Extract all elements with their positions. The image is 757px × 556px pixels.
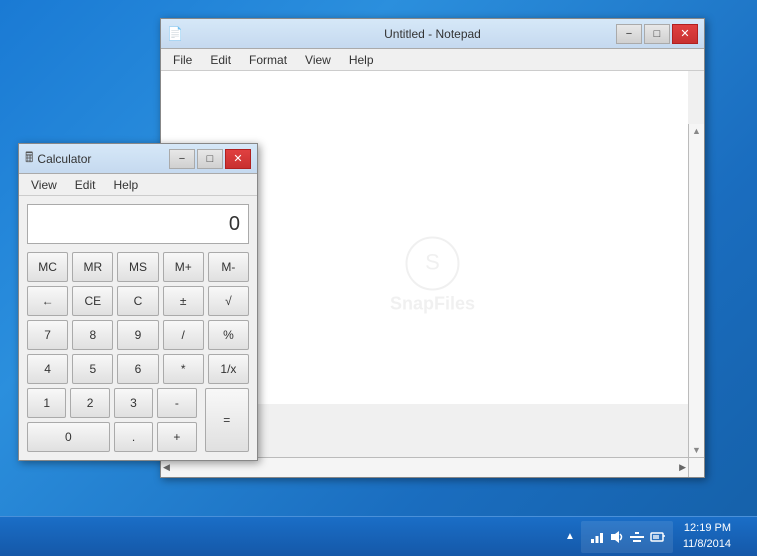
scroll-right-arrow[interactable]: ▶ — [679, 462, 686, 473]
scroll-left-arrow[interactable]: ◀ — [163, 462, 170, 473]
notepad-close-button[interactable]: ✕ — [672, 24, 698, 44]
calc-row-789: 7 8 9 / % — [27, 320, 249, 350]
notepad-menu-format[interactable]: Format — [241, 51, 295, 69]
calc-btn-8[interactable]: 8 — [72, 320, 113, 350]
calculator-display: 0 — [27, 204, 249, 244]
calc-btn-3[interactable]: 3 — [114, 388, 153, 418]
tray-icon-power — [649, 529, 665, 545]
taskbar: ▲ — [0, 516, 757, 556]
tray-icon-network — [589, 529, 605, 545]
calculator-close-button[interactable]: ✕ — [225, 149, 251, 169]
notepad-window-controls: − □ ✕ — [616, 24, 698, 44]
notepad-menu-edit[interactable]: Edit — [202, 51, 239, 69]
calc-menu-help[interactable]: Help — [105, 176, 146, 194]
calc-num-ops: 1 2 3 - 0 . + — [27, 388, 197, 452]
notepad-vertical-scrollbar[interactable]: ▲ ▼ — [688, 124, 704, 457]
notepad-maximize-button[interactable]: □ — [644, 24, 670, 44]
calc-btn-decimal[interactable]: . — [114, 422, 153, 452]
calc-btn-5[interactable]: 5 — [72, 354, 113, 384]
calc-btn-7[interactable]: 7 — [27, 320, 68, 350]
calc-menu-view[interactable]: View — [23, 176, 65, 194]
calc-btn-percent[interactable]: % — [208, 320, 249, 350]
calc-btn-reciprocal[interactable]: 1/x — [208, 354, 249, 384]
notepad-minimize-button[interactable]: − — [616, 24, 642, 44]
calc-btn-1[interactable]: 1 — [27, 388, 66, 418]
calc-btn-4[interactable]: 4 — [27, 354, 68, 384]
notepad-menu-file[interactable]: File — [165, 51, 200, 69]
calc-btn-minus[interactable]: - — [157, 388, 196, 418]
calculator-icon: 🖩 — [25, 147, 33, 171]
calculator-display-value: 0 — [229, 213, 240, 236]
calc-btn-mr[interactable]: MR — [72, 252, 113, 282]
calc-btn-multiply[interactable]: * — [163, 354, 204, 384]
calc-btn-backspace[interactable]: ← — [27, 286, 68, 316]
calculator-maximize-button[interactable]: □ — [197, 149, 223, 169]
calculator-buttons: MC MR MS M+ M- ← CE C ± √ 7 8 9 / % 4 5 … — [19, 252, 257, 460]
calc-btn-equals[interactable]: = — [205, 388, 249, 452]
calc-btn-plusminus[interactable]: ± — [163, 286, 204, 316]
calc-btn-mplus[interactable]: M+ — [163, 252, 204, 282]
calc-row-123: 1 2 3 - 0 . + = — [27, 388, 249, 452]
calc-btn-divide[interactable]: / — [163, 320, 204, 350]
calc-row-456: 4 5 6 * 1/x — [27, 354, 249, 384]
notepad-menu-view[interactable]: View — [297, 51, 339, 69]
scroll-up-arrow[interactable]: ▲ — [689, 124, 704, 138]
clock-date: 11/8/2014 — [683, 537, 731, 552]
calc-btn-ms[interactable]: MS — [117, 252, 158, 282]
calc-btn-c[interactable]: C — [117, 286, 158, 316]
calc-btn-mc[interactable]: MC — [27, 252, 68, 282]
calculator-titlebar: 🖩 Calculator − □ ✕ — [19, 144, 257, 174]
tray-icon-volume — [609, 529, 625, 545]
calc-row-memory: MC MR MS M+ M- — [27, 252, 249, 282]
calc-row-clear: ← CE C ± √ — [27, 286, 249, 316]
notepad-menu-help[interactable]: Help — [341, 51, 382, 69]
taskbar-right: ▲ — [565, 521, 749, 553]
calc-menu-edit[interactable]: Edit — [67, 176, 104, 194]
calc-btn-9[interactable]: 9 — [117, 320, 158, 350]
calc-btn-6[interactable]: 6 — [117, 354, 158, 384]
calc-btn-mminus[interactable]: M- — [208, 252, 249, 282]
calc-btn-sqrt[interactable]: √ — [208, 286, 249, 316]
calculator-menubar: View Edit Help — [19, 174, 257, 196]
system-tray — [581, 521, 673, 553]
clock-time: 12:19 PM — [684, 521, 731, 536]
notepad-titlebar: 📄 Untitled - Notepad − □ ✕ — [161, 19, 704, 49]
calc-btn-0[interactable]: 0 — [27, 422, 110, 452]
calc-btn-ce[interactable]: CE — [72, 286, 113, 316]
tray-icon-network2 — [629, 529, 645, 545]
calculator-minimize-button[interactable]: − — [169, 149, 195, 169]
calc-btn-plus[interactable]: + — [157, 422, 196, 452]
calculator-window-controls: − □ ✕ — [169, 149, 251, 169]
calc-btn-2[interactable]: 2 — [70, 388, 109, 418]
tray-expand-arrow[interactable]: ▲ — [565, 531, 575, 542]
scroll-down-arrow[interactable]: ▼ — [689, 443, 704, 457]
notepad-scroll-corner — [688, 457, 704, 477]
notepad-menubar: File Edit Format View Help — [161, 49, 704, 71]
system-clock[interactable]: 12:19 PM 11/8/2014 — [679, 521, 735, 552]
calculator-window: 🖩 Calculator − □ ✕ View Edit Help 0 MC M… — [18, 143, 258, 461]
